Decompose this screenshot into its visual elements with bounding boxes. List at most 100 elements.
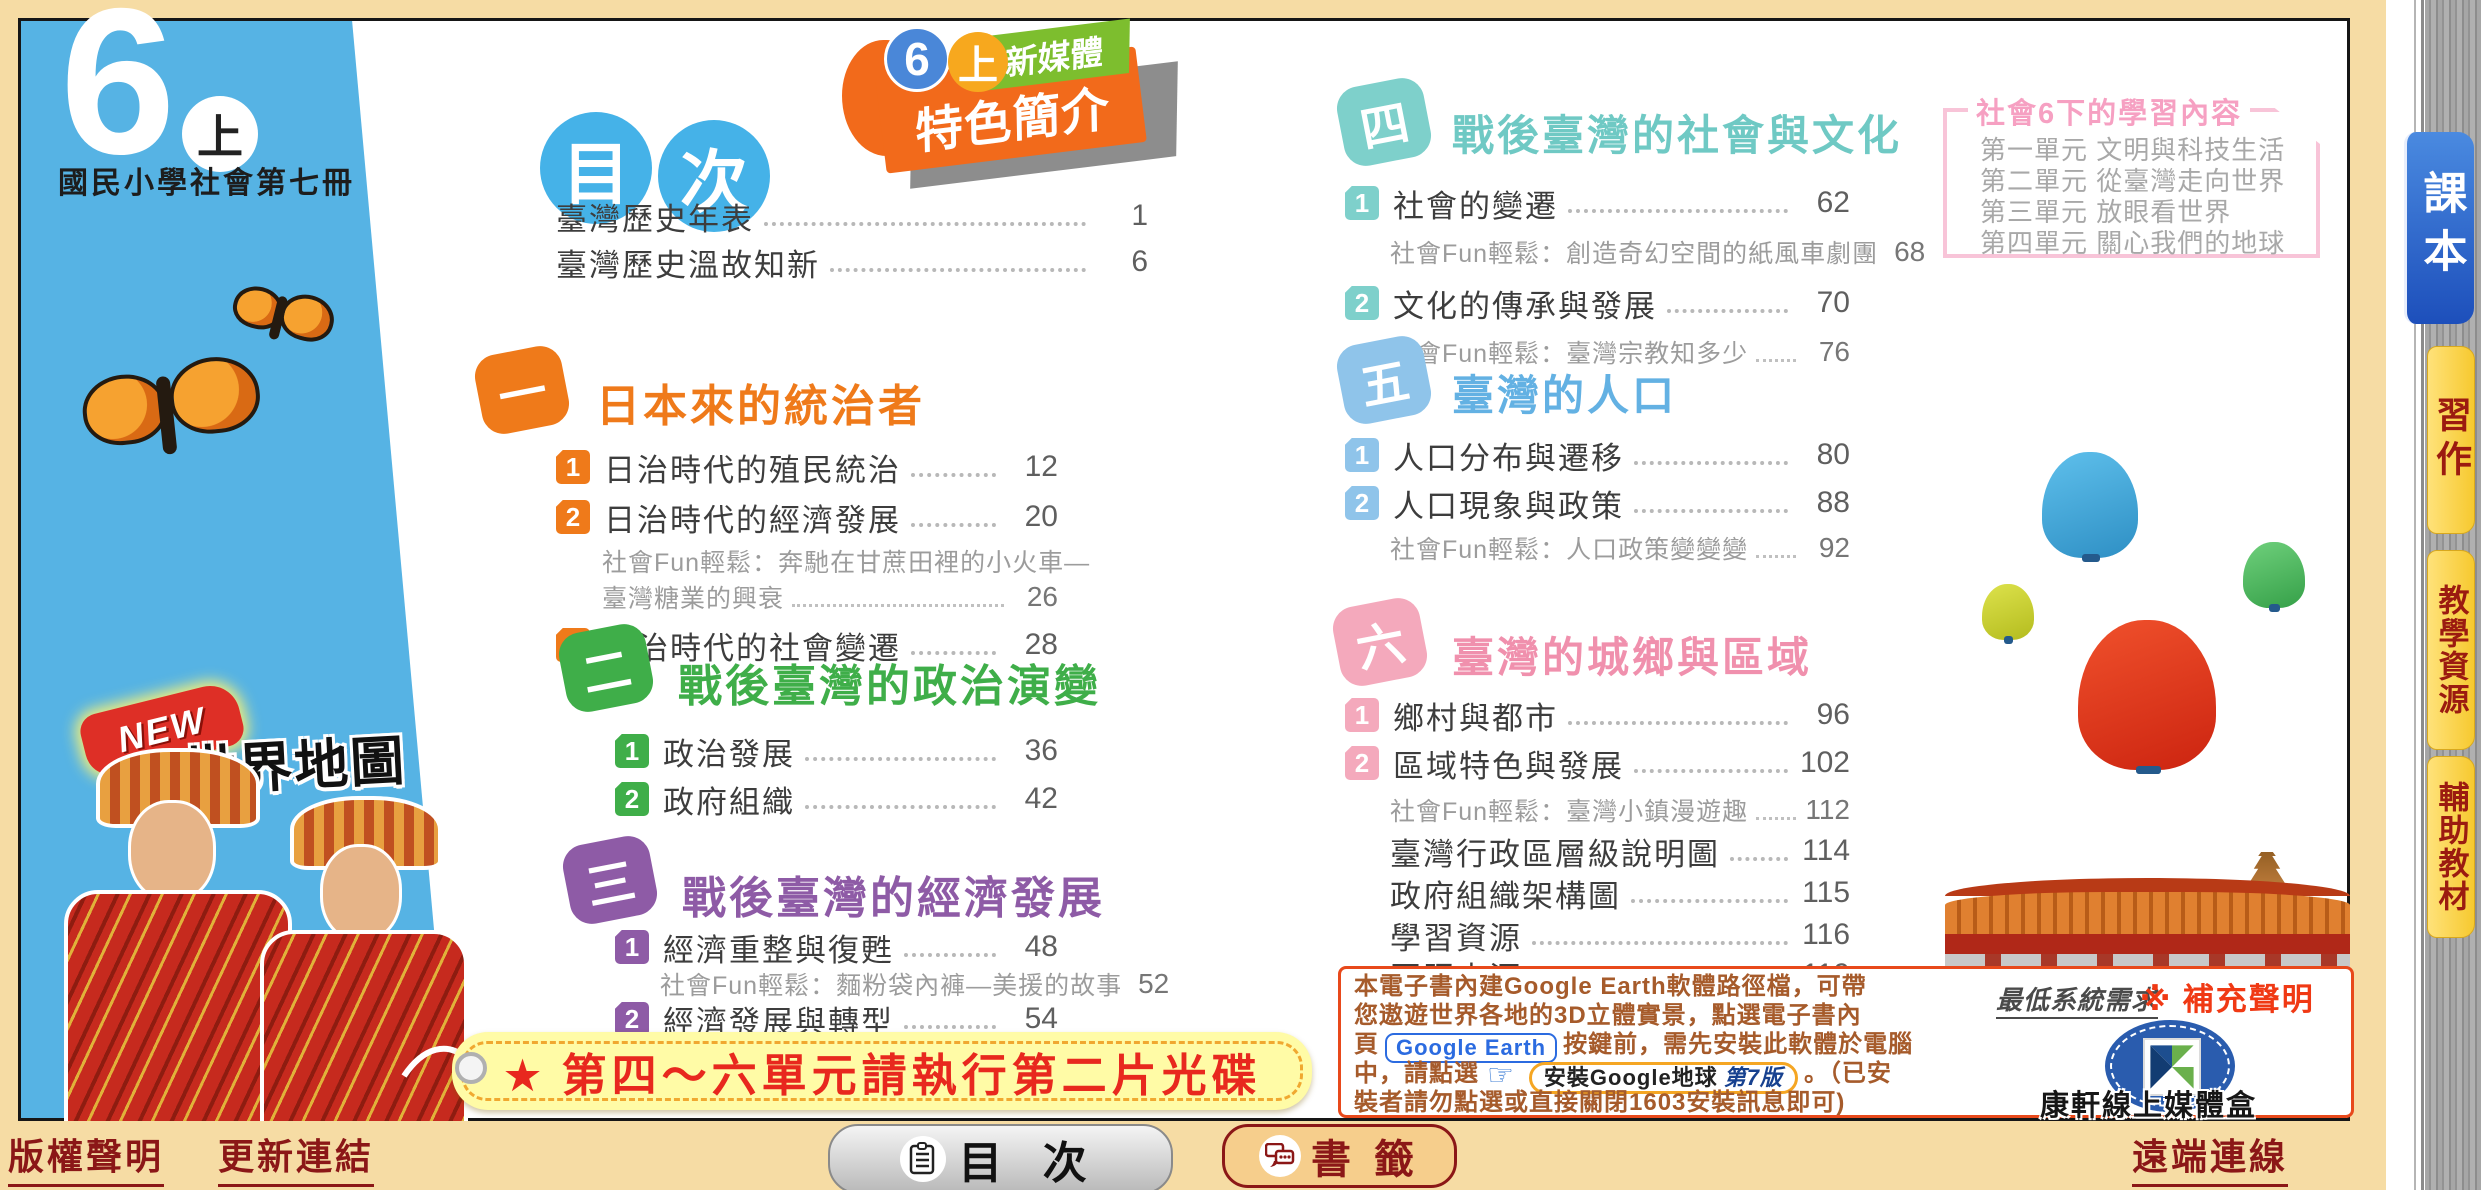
toc-sub-entry[interactable]: 社會Fun輕鬆：人口政策變變變 92 <box>1390 532 1850 564</box>
toc-entry[interactable]: 2 政府組織 42 <box>615 780 1058 818</box>
unit5-title[interactable]: 臺灣的人口 <box>1452 362 1677 423</box>
dot-leader <box>1756 359 1796 362</box>
entry-page: 62 <box>1798 186 1850 220</box>
clipboard-icon <box>900 1136 946 1182</box>
notice-line-pre: 中，請點選 <box>1354 1060 1479 1087</box>
entry-number: 2 <box>1345 486 1379 520</box>
banner-text: ★第四～六單元請執行第二片光碟 <box>502 1039 1261 1104</box>
new-media-text: 新媒體 <box>1004 25 1103 86</box>
entry-number: 2 <box>1345 286 1379 320</box>
disc-notice-banner: ★第四～六單元請執行第二片光碟 <box>452 1032 1312 1110</box>
remote-link[interactable]: 遠端連線 <box>2132 1128 2288 1187</box>
entry-title: 學習資源 <box>1390 913 1522 958</box>
dot-leader <box>1756 817 1796 820</box>
bookmark-button[interactable]: 書 籤 <box>1222 1124 1457 1188</box>
series-label: 國民小學社會第七冊 <box>58 158 355 202</box>
toc-sub-entry[interactable]: 社會Fun輕鬆：奔馳在甘蔗田裡的小火車— <box>602 545 1090 577</box>
sky-lantern-yellow <box>1982 584 2034 640</box>
dot-leader <box>1756 555 1796 558</box>
entry-page: 12 <box>1006 450 1058 484</box>
toc-entry-admin-map[interactable]: 臺灣行政區層級說明圖 114 <box>1390 832 1850 870</box>
unit6-title[interactable]: 臺灣的城鄉與區域 <box>1452 624 1812 685</box>
update-link[interactable]: 更新連結 <box>218 1128 374 1187</box>
tab-textbook[interactable]: 課本 <box>2404 132 2474 324</box>
toc-entry[interactable]: 2 日治時代的經濟發展 20 <box>556 498 1058 536</box>
tab-teaching-resources[interactable]: 教學資源 <box>2427 550 2475 750</box>
sky-lantern-blue <box>2042 452 2138 558</box>
toc-entry-history-timeline[interactable]: 臺灣歷史年表 1 <box>556 197 1148 235</box>
notice-line-post: 按鍵前，需先安裝此軟體於電腦 <box>1563 1031 1913 1058</box>
notice-line-post: 。（已安 <box>1804 1060 1892 1087</box>
entry-title: 經濟重整與復甦 <box>663 925 894 970</box>
toc-entry[interactable]: 2 文化的傳承與發展 70 <box>1345 284 1850 322</box>
face-image <box>320 844 402 942</box>
unit2-title[interactable]: 戰後臺灣的政治演變 <box>678 650 1101 714</box>
toc-entry[interactable]: 1 政治發展 36 <box>615 732 1058 770</box>
dot-leader <box>792 604 1004 607</box>
dot-leader <box>764 222 1086 226</box>
entry-page: 36 <box>1006 734 1058 768</box>
version-label: 第7版 <box>1724 1065 1783 1090</box>
entry-page: 115 <box>1798 876 1850 910</box>
toc-entry[interactable]: 1 社會的變遷 62 <box>1345 184 1850 222</box>
entry-title: 人口現象與政策 <box>1393 481 1624 526</box>
bookmark-chat-icon <box>1259 1135 1301 1177</box>
entry-number: 1 <box>615 930 649 964</box>
toc-entry[interactable]: 1 人口分布與遷移 80 <box>1345 436 1850 474</box>
bookmark-button-label: 書 籤 <box>1311 1127 1420 1185</box>
toc-sub-entry[interactable]: 社會Fun輕鬆：創造奇幻空間的紙風車劇團 68 <box>1390 236 1925 268</box>
tab-teaching-aids[interactable]: 輔助教材 <box>2427 756 2475 938</box>
entry-number: 1 <box>1345 186 1379 220</box>
roof-tiles <box>1945 892 2350 936</box>
unit3-title[interactable]: 戰後臺灣的經濟發展 <box>682 862 1105 926</box>
sub-entry-page: 92 <box>1804 532 1850 564</box>
toc-entry[interactable]: 1 鄉村與都市 96 <box>1345 696 1850 734</box>
entry-page: 96 <box>1798 698 1850 732</box>
entry-number: 1 <box>1345 438 1379 472</box>
next-volume-title: 社會6下的學習內容 <box>1968 90 2250 132</box>
toc-entry[interactable]: 1 經濟重整與復甦 48 <box>615 928 1058 966</box>
toc-entry-history-review[interactable]: 臺灣歷史溫故知新 6 <box>556 243 1148 281</box>
tab-workbook[interactable]: 習作 <box>2427 346 2475 534</box>
toc-entry[interactable]: 1 日治時代的殖民統治 12 <box>556 448 1058 486</box>
entry-title: 臺灣行政區層級說明圖 <box>1390 829 1720 874</box>
toc-sub-entry[interactable]: 社會Fun輕鬆：麵粉袋內褲—美援的故事 52 <box>660 968 1169 1000</box>
entry-title: 區域特色與發展 <box>1393 741 1624 786</box>
supplement-statement[interactable]: ※ 補充聲明 <box>2140 974 2315 1019</box>
toc-button[interactable]: 目 次 <box>828 1124 1173 1190</box>
unit1-title[interactable]: 日本來的統治者 <box>596 370 925 434</box>
dot-leader <box>1568 209 1788 213</box>
entry-title: 文化的傳承與發展 <box>1393 281 1657 326</box>
entry-page: 114 <box>1798 834 1850 868</box>
entry-number: 2 <box>556 500 590 534</box>
notice-line-pre: 頁 <box>1354 1031 1379 1058</box>
toc-entry[interactable]: 2 區域特色與發展 102 <box>1345 744 1850 782</box>
unit4-title[interactable]: 戰後臺灣的社會與文化 <box>1452 102 1902 163</box>
notice-line: 您遨遊世界各地的3D立體實景，點選電子書內 <box>1354 1001 2014 1030</box>
dot-leader <box>911 473 996 477</box>
next-volume-unit: 第四單元 關心我們的地球 <box>1980 223 2310 260</box>
sub-entry-page: 68 <box>1894 236 1925 268</box>
feature-intro-badge[interactable]: 特色簡介 新媒體 6 上 <box>840 26 1180 176</box>
dot-leader <box>1532 941 1788 945</box>
sub-entry-page: 76 <box>1804 336 1850 368</box>
sub-entry-title: 社會Fun輕鬆：創造奇幻空間的紙風車劇團 <box>1390 234 1878 270</box>
butterfly-image <box>74 351 266 489</box>
toc-sub-entry[interactable]: 臺灣糖業的興衰 26 <box>602 581 1058 613</box>
copyright-link[interactable]: 版權聲明 <box>8 1128 164 1187</box>
min-requirements-link[interactable]: 最低系統需求 <box>1996 980 2158 1019</box>
pagoda-ornament <box>2245 852 2289 884</box>
toc-sub-entry[interactable]: 社會Fun輕鬆：臺灣小鎮漫遊趣 112 <box>1390 794 1850 826</box>
toc-entry-resources[interactable]: 學習資源 116 <box>1390 916 1850 954</box>
sub-entry-page: 26 <box>1012 581 1058 613</box>
costume-image <box>64 890 292 1126</box>
notice-line: 裝者請勿點選或直接關閉1603安裝訊息即可) <box>1354 1088 2014 1117</box>
dot-leader <box>911 523 996 527</box>
dot-leader <box>904 953 996 957</box>
entry-page: 1 <box>1096 199 1148 233</box>
toc-entry[interactable]: 2 人口現象與政策 88 <box>1345 484 1850 522</box>
butterfly-wing <box>166 353 263 438</box>
entry-title: 日治時代的殖民統治 <box>604 445 901 490</box>
entry-page: 54 <box>1006 1002 1058 1036</box>
toc-entry-gov-chart[interactable]: 政府組織架構圖 115 <box>1390 874 1850 912</box>
